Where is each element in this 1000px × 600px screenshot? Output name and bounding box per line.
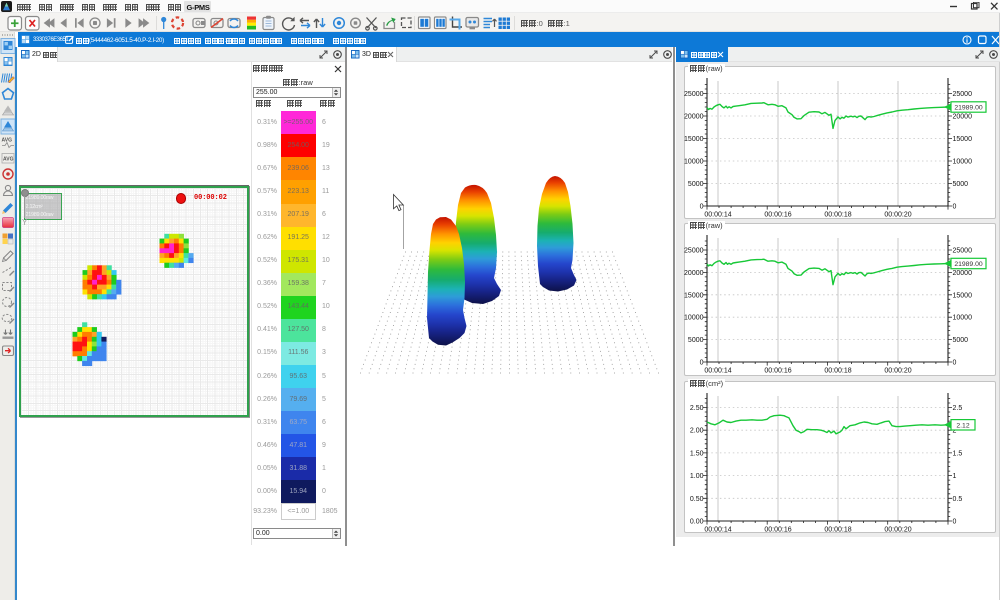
svg-text:0.50: 0.50: [690, 496, 704, 503]
svg-text:0: 0: [700, 360, 704, 367]
svg-text:10000: 10000: [684, 159, 704, 166]
svg-text:00:00:16: 00:00:16: [764, 212, 791, 219]
svg-text:25000: 25000: [953, 91, 973, 98]
svg-text:0: 0: [953, 360, 957, 367]
svg-text:20000: 20000: [953, 270, 973, 277]
svg-text:20000: 20000: [684, 114, 704, 121]
svg-text:25000: 25000: [684, 248, 704, 255]
svg-text:20000: 20000: [684, 270, 704, 277]
svg-text:5000: 5000: [688, 181, 704, 188]
svg-text:00:00:16: 00:00:16: [764, 368, 791, 375]
svg-text:5000: 5000: [953, 181, 969, 188]
svg-text:10000: 10000: [684, 315, 704, 322]
svg-text:2.50: 2.50: [690, 405, 704, 412]
svg-text:5000: 5000: [688, 337, 704, 344]
svg-text:0.5: 0.5: [953, 496, 963, 503]
svg-text:21989.00: 21989.00: [954, 261, 983, 268]
svg-text:00:00:18: 00:00:18: [824, 368, 851, 375]
svg-text:2.12: 2.12: [956, 422, 969, 429]
svg-text:10000: 10000: [953, 159, 973, 166]
svg-text:2.00: 2.00: [690, 428, 704, 435]
svg-text:00:00:14: 00:00:14: [704, 527, 731, 534]
svg-text:15000: 15000: [684, 292, 704, 299]
svg-text:00:00:14: 00:00:14: [704, 368, 731, 375]
svg-text:00:00:20: 00:00:20: [884, 212, 911, 219]
svg-text:0: 0: [953, 204, 957, 211]
svg-text:10000: 10000: [953, 315, 973, 322]
svg-text:15000: 15000: [953, 292, 973, 299]
svg-text:15000: 15000: [684, 136, 704, 143]
svg-text:00:00:20: 00:00:20: [884, 368, 911, 375]
svg-text:1.5: 1.5: [953, 450, 963, 457]
svg-text:00:00:20: 00:00:20: [884, 527, 911, 534]
svg-text:1.00: 1.00: [690, 473, 704, 480]
svg-text:2.5: 2.5: [953, 405, 963, 412]
svg-text:1.50: 1.50: [690, 450, 704, 457]
svg-text:15000: 15000: [953, 136, 973, 143]
svg-text:00:00:14: 00:00:14: [704, 212, 731, 219]
svg-text:21989.00: 21989.00: [954, 105, 983, 112]
svg-text:1: 1: [953, 473, 957, 480]
svg-text:0: 0: [700, 204, 704, 211]
svg-text:00:00:18: 00:00:18: [824, 212, 851, 219]
svg-text:25000: 25000: [684, 91, 704, 98]
svg-text:00:00:18: 00:00:18: [824, 527, 851, 534]
svg-text:20000: 20000: [953, 114, 973, 121]
svg-text:25000: 25000: [953, 248, 973, 255]
svg-text:0: 0: [953, 519, 957, 526]
svg-text:0.00: 0.00: [690, 519, 704, 526]
svg-text:00:00:16: 00:00:16: [764, 527, 791, 534]
svg-text:5000: 5000: [953, 337, 969, 344]
